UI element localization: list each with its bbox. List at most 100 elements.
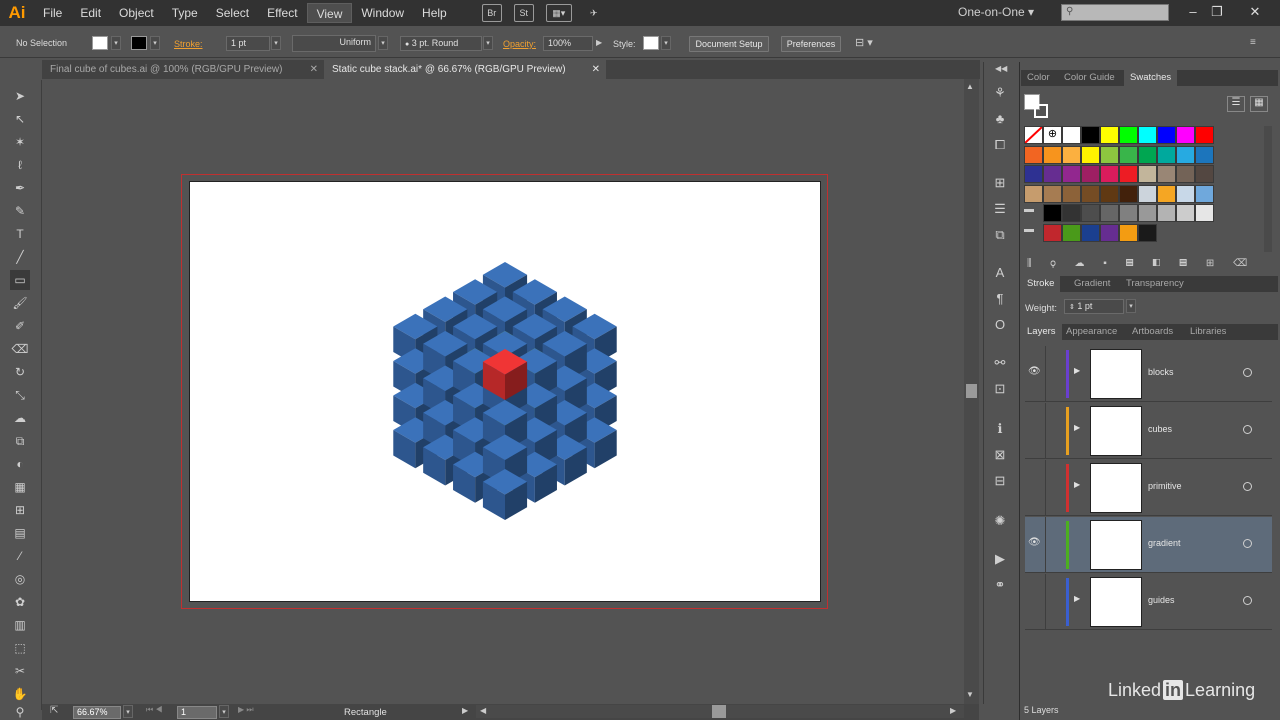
opacity-field[interactable]: 100% <box>543 36 593 51</box>
scroll-up-icon[interactable]: ▲ <box>966 82 974 91</box>
scroll-right-icon[interactable]: ▶ <box>950 706 956 715</box>
swatch[interactable] <box>1176 184 1195 203</box>
expand-caret-icon[interactable]: ▶ <box>1074 423 1080 432</box>
tab-layers[interactable]: Layers <box>1021 324 1062 340</box>
menu-effect[interactable]: Effect <box>258 3 306 23</box>
column-graph-tool-icon[interactable]: ▥ <box>10 615 30 635</box>
swatch[interactable] <box>1024 145 1043 164</box>
swatch[interactable] <box>1195 184 1214 203</box>
warp-tool-icon[interactable]: ☁ <box>10 408 30 428</box>
swatch[interactable] <box>1100 145 1119 164</box>
list-view-icon[interactable]: ☰ <box>1227 96 1245 112</box>
swatch[interactable] <box>1138 145 1157 164</box>
tab-final-cube[interactable]: Final cube of cubes.ai @ 100% (RGB/GPU P… <box>42 60 324 79</box>
swatch[interactable] <box>1100 184 1119 203</box>
swatch[interactable] <box>1043 204 1062 222</box>
search-input[interactable]: ⚲ <box>1061 4 1169 21</box>
swatch[interactable] <box>1024 184 1043 203</box>
swatch[interactable] <box>1195 165 1214 183</box>
magic-wand-tool-icon[interactable]: ✶ <box>10 132 30 152</box>
character-icon[interactable]: A <box>991 264 1009 282</box>
slice-tool-icon[interactable]: ✂ <box>10 661 30 681</box>
stroke-weight-dropdown[interactable]: ▾ <box>271 36 281 50</box>
cc-libraries-link-icon[interactable]: ⚭ <box>991 576 1009 594</box>
swatch[interactable] <box>1119 165 1138 183</box>
bridge-icon[interactable]: Br <box>481 4 502 22</box>
rectangle-tool-icon[interactable]: ▭ <box>10 270 30 290</box>
shaper-tool-icon[interactable]: ✐ <box>10 316 30 336</box>
transform-icon[interactable]: ☰ <box>991 200 1009 218</box>
brush-definition[interactable]: ● 3 pt. Round <box>400 36 482 51</box>
swatch[interactable] <box>1062 204 1081 222</box>
scroll-left-icon[interactable]: ◀ <box>480 706 486 715</box>
swatch[interactable] <box>1119 145 1138 164</box>
scroll-down-icon[interactable]: ▼ <box>966 690 974 699</box>
swatch-scrollbar[interactable] <box>1264 126 1272 252</box>
horizontal-scroll-thumb[interactable] <box>712 705 726 718</box>
mesh-tool-icon[interactable]: ⊞ <box>10 500 30 520</box>
menu-view[interactable]: View <box>306 3 353 23</box>
stroke-dropdown[interactable]: ▾ <box>150 36 160 50</box>
swatch[interactable] <box>1138 126 1157 144</box>
artboard-dropdown[interactable]: ▾ <box>219 705 229 718</box>
fill-dropdown[interactable]: ▾ <box>111 36 121 50</box>
layer-name[interactable]: gradient <box>1148 538 1181 548</box>
pathfinder-icon[interactable]: ⧉ <box>991 226 1009 244</box>
swatch[interactable] <box>1119 204 1138 222</box>
status-menu-icon[interactable]: ▶ <box>462 706 468 715</box>
scale-tool-icon[interactable]: ⤡ <box>10 385 30 405</box>
visibility-toggle[interactable] <box>1028 423 1040 435</box>
menu-select[interactable]: Select <box>207 3 258 23</box>
layer-target-icon[interactable] <box>1243 425 1252 434</box>
preferences-button[interactable]: Preferences <box>781 36 841 52</box>
document-setup-button[interactable]: Document Setup <box>689 36 769 52</box>
swatch[interactable] <box>1157 184 1176 203</box>
collapse-panels-icon[interactable]: ◀◀ <box>995 64 1007 73</box>
vertical-scroll-thumb[interactable] <box>966 384 977 398</box>
tab-appearance[interactable]: Appearance <box>1060 324 1123 340</box>
eraser-tool-icon[interactable]: ⌫ <box>10 339 30 359</box>
direct-selection-tool-icon[interactable]: ↖ <box>10 109 30 129</box>
tab-swatches[interactable]: Swatches <box>1124 70 1178 86</box>
minimize-icon[interactable]: – <box>1182 2 1204 22</box>
align-icon[interactable]: ⊞ <box>991 174 1009 192</box>
symbol-sprayer-tool-icon[interactable]: ✿ <box>10 592 30 612</box>
swatch[interactable] <box>1081 126 1100 144</box>
navigator-icon[interactable]: ⊟ <box>991 472 1009 490</box>
swatch[interactable] <box>1157 145 1176 164</box>
layer-target-icon[interactable] <box>1243 539 1252 548</box>
variable-width-profile[interactable]: Uniform <box>292 35 376 52</box>
layer-name[interactable]: cubes <box>1148 424 1172 434</box>
arrange-documents-icon[interactable]: ▦▾ <box>545 4 572 22</box>
artboard-nav-next-icon[interactable]: ▶ ⏭ <box>238 705 254 715</box>
info-icon[interactable]: ℹ <box>991 420 1009 438</box>
swatch[interactable] <box>1138 223 1157 242</box>
stock-icon[interactable]: St <box>513 4 534 22</box>
swatch[interactable] <box>1138 184 1157 203</box>
expand-caret-icon[interactable]: ▶ <box>1074 366 1080 375</box>
restore-icon[interactable]: ❐ <box>1206 2 1228 22</box>
image-trace-icon[interactable]: ⊡ <box>991 380 1009 398</box>
swatch[interactable] <box>1100 165 1119 183</box>
zoom-dropdown[interactable]: ▾ <box>123 705 133 718</box>
lasso-tool-icon[interactable]: ℓ <box>10 155 30 175</box>
visibility-eye-icon[interactable]: 👁 <box>1028 366 1041 377</box>
lock-toggle[interactable] <box>1045 460 1046 516</box>
lock-toggle[interactable] <box>1045 574 1046 630</box>
tab-libraries[interactable]: Libraries <box>1184 324 1232 340</box>
lock-toggle[interactable] <box>1045 517 1046 573</box>
weight-dropdown[interactable]: ▾ <box>1126 299 1136 313</box>
layer-target-icon[interactable] <box>1243 596 1252 605</box>
brush-dropdown[interactable]: ▾ <box>483 36 493 50</box>
swatch[interactable] <box>1119 223 1138 242</box>
close-tab-icon[interactable]: ✕ <box>310 60 318 79</box>
swatch[interactable]: ⊕ <box>1043 126 1062 144</box>
layer-row[interactable]: 👁 ▶ blocks <box>1025 346 1272 402</box>
artboard-number-field[interactable]: 1 <box>177 706 217 719</box>
paintbrush-tool-icon[interactable]: 🖌 <box>10 293 30 313</box>
paragraph-icon[interactable]: ¶ <box>991 290 1009 308</box>
swatch[interactable] <box>1176 165 1195 183</box>
swatch[interactable] <box>1138 165 1157 183</box>
line-tool-icon[interactable]: ╱ <box>10 247 30 267</box>
thumbnail-view-icon[interactable]: ▦ <box>1250 96 1268 112</box>
